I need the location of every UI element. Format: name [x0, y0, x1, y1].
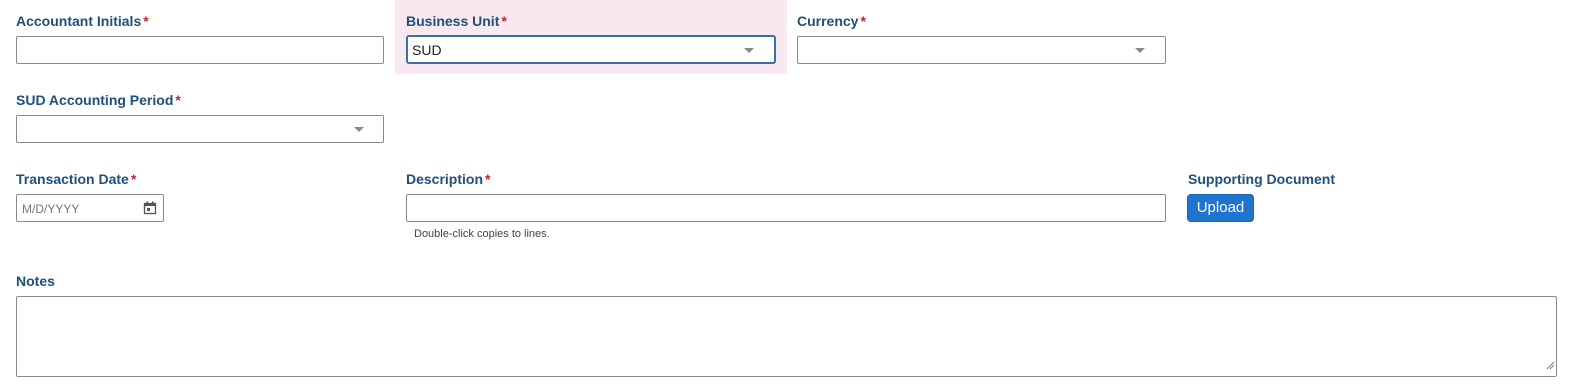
dropdown-caret-icon — [744, 48, 754, 53]
supporting-document-label: Supporting Document — [1188, 171, 1335, 187]
business-unit-select[interactable]: SUD — [406, 35, 776, 64]
required-marker: * — [175, 92, 181, 108]
expense-form: Accountant Initials * Business Unit * SUD … — [0, 0, 1583, 389]
accounting-period-label-text: SUD Accounting Period — [16, 92, 174, 108]
accountant-initials-input[interactable] — [16, 36, 384, 64]
transaction-date-placeholder: M/D/YYYY — [22, 202, 80, 216]
currency-label: Currency * — [797, 13, 866, 29]
required-marker: * — [130, 171, 137, 187]
business-unit-value: SUD — [412, 42, 442, 58]
description-label-text: Description — [406, 171, 484, 187]
required-marker: * — [860, 13, 866, 29]
transaction-date-label-text: Transaction Date — [16, 171, 129, 187]
accountant-initials-label-text: Accountant Initials — [16, 13, 142, 29]
calendar-icon[interactable] — [143, 201, 157, 220]
description-input[interactable] — [406, 194, 1166, 222]
notes-label: Notes — [16, 273, 55, 289]
currency-select[interactable] — [797, 36, 1166, 64]
business-unit-label: Business Unit * — [406, 13, 507, 29]
transaction-date-label: Transaction Date * — [16, 171, 136, 187]
currency-label-text: Currency — [797, 13, 859, 29]
resize-grip-icon[interactable] — [1545, 357, 1555, 375]
notes-textarea[interactable] — [16, 296, 1557, 377]
transaction-date-input[interactable]: M/D/YYYY — [16, 194, 164, 222]
dropdown-caret-icon — [1135, 48, 1145, 53]
dropdown-caret-icon — [354, 127, 364, 132]
business-unit-label-text: Business Unit — [406, 13, 500, 29]
accounting-period-label: SUD Accounting Period * — [16, 92, 181, 108]
accounting-period-select[interactable] — [16, 115, 384, 143]
required-marker: * — [143, 13, 149, 29]
required-marker: * — [501, 13, 507, 29]
description-label: Description * — [406, 171, 490, 187]
required-marker: * — [485, 171, 491, 187]
accountant-initials-label: Accountant Initials * — [16, 13, 149, 29]
upload-button[interactable]: Upload — [1187, 194, 1254, 222]
description-hint: Double-click copies to lines. — [414, 228, 550, 240]
